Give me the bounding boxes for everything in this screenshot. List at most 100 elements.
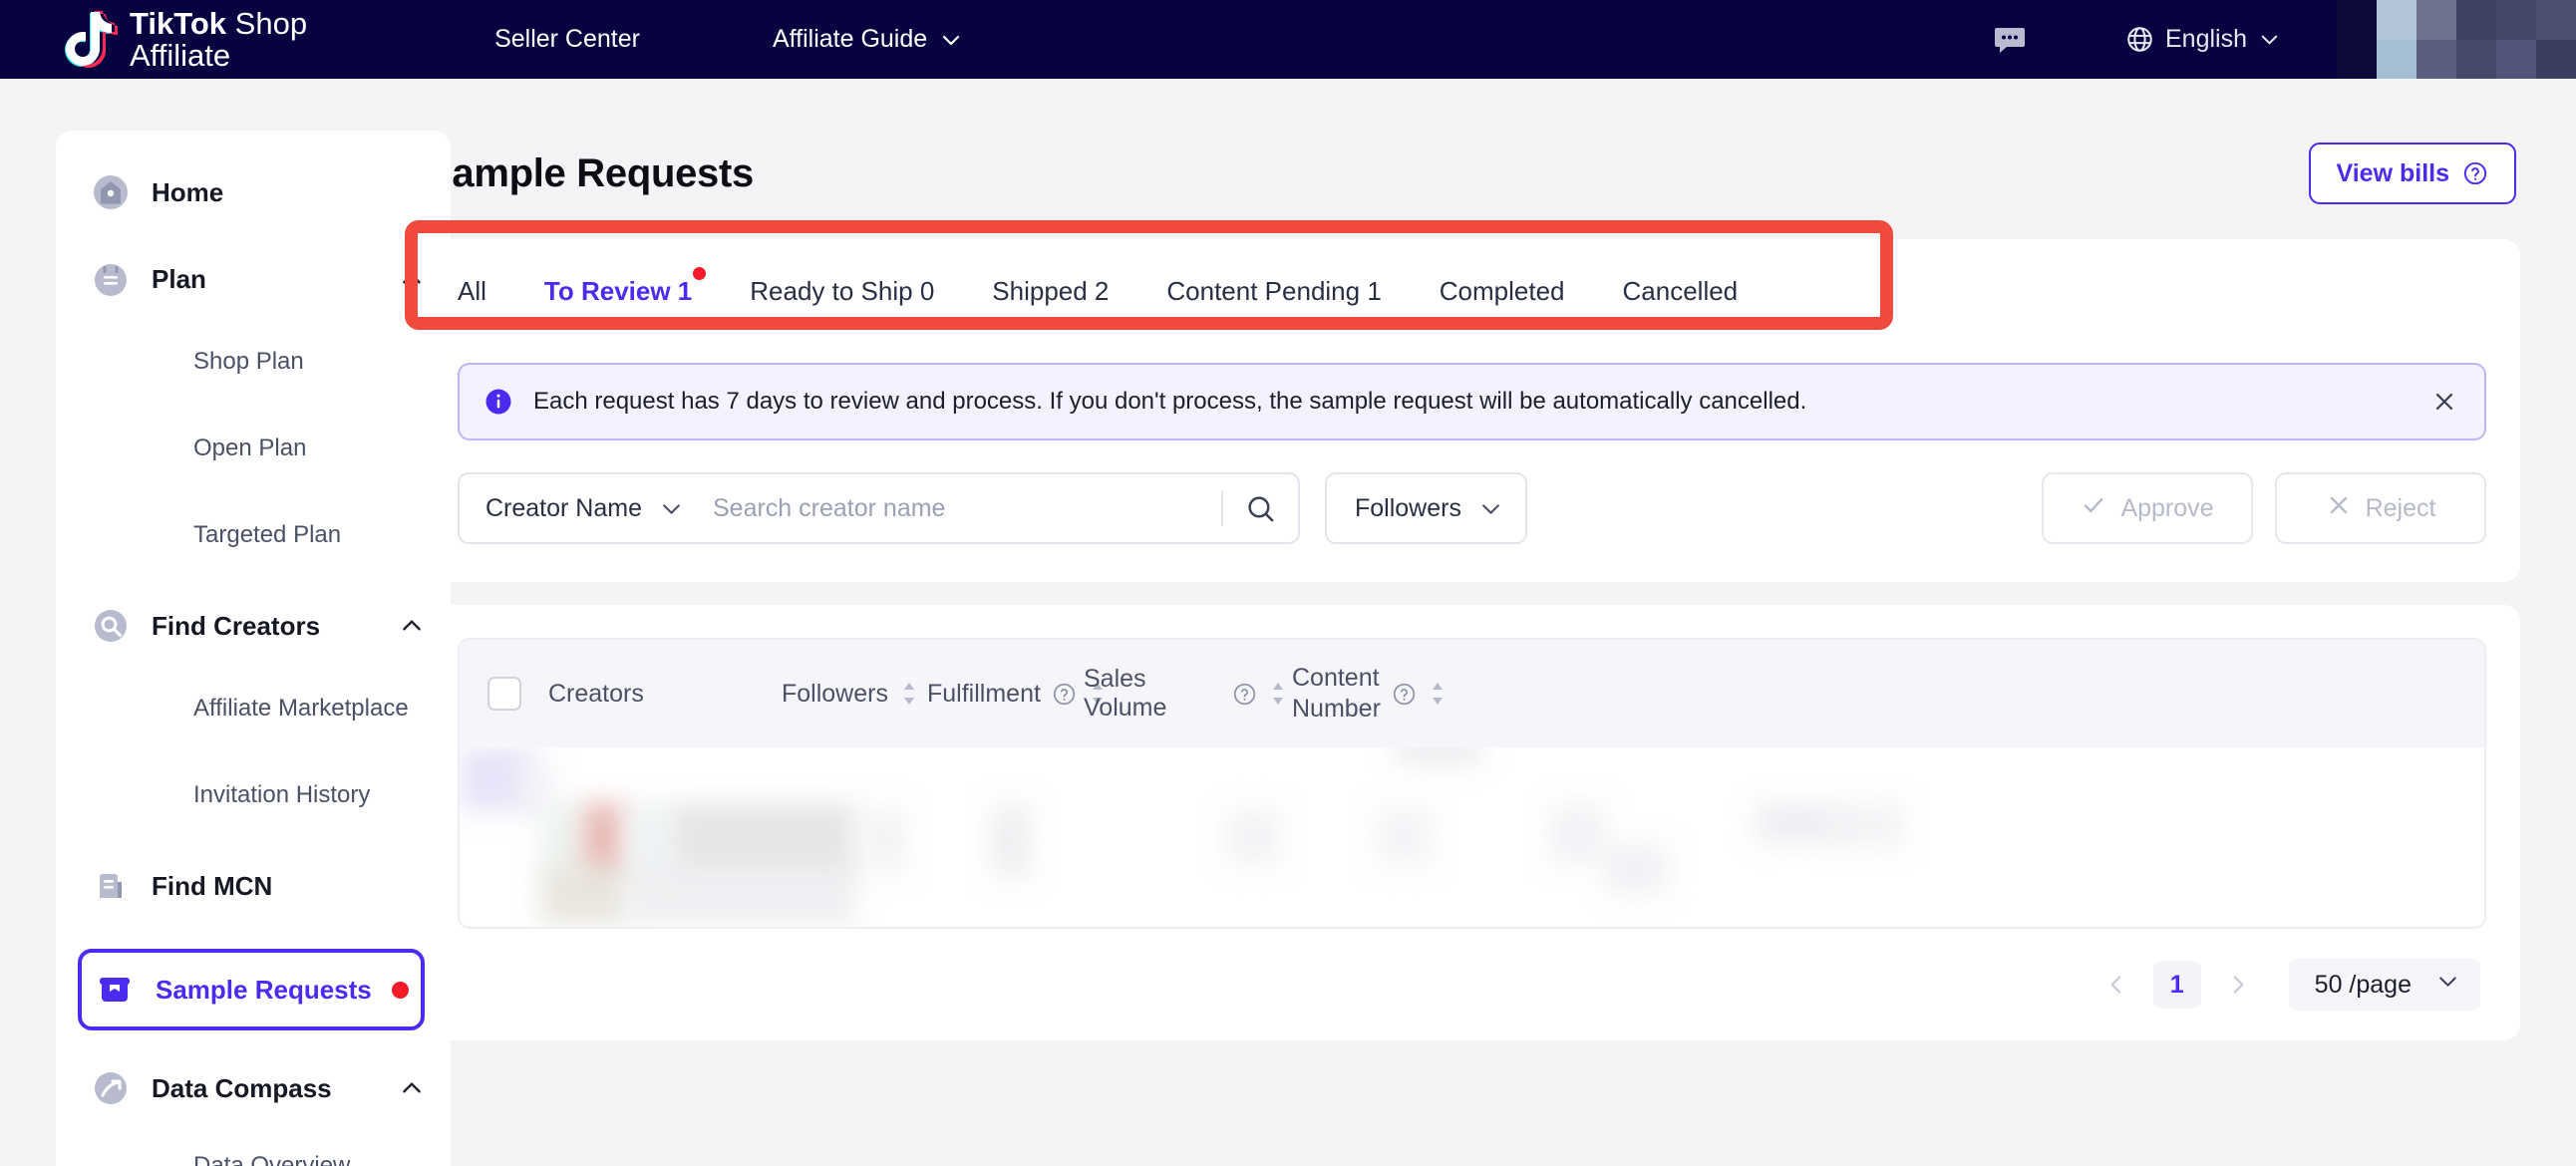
column-sales-volume[interactable]: Sales Volume bbox=[1084, 665, 1288, 723]
column-content-number[interactable]: Content Number bbox=[1292, 663, 1448, 726]
search-icon[interactable] bbox=[1245, 493, 1276, 524]
bulk-actions: Approve Reject bbox=[2042, 472, 2486, 544]
page-title: Sample Requests bbox=[426, 150, 754, 195]
column-fulfillment-label: Fulfillment bbox=[927, 679, 1041, 708]
sort-arrows-icon[interactable] bbox=[1268, 679, 1288, 709]
chevron-down-icon[interactable] bbox=[659, 496, 684, 521]
sidebar-item-data-compass-label: Data Compass bbox=[152, 1072, 332, 1103]
sidebar-item-find-mcn[interactable]: Find MCN bbox=[56, 862, 451, 910]
sidebar-item-data-compass[interactable]: Data Compass bbox=[56, 1064, 451, 1112]
sidebar-item-sample-requests-label: Sample Requests bbox=[156, 974, 372, 1005]
logo-affiliate-word: Affiliate bbox=[130, 37, 231, 73]
tab-all[interactable]: All bbox=[458, 239, 486, 343]
column-creators-label: Creators bbox=[548, 679, 644, 708]
table-row[interactable] bbox=[460, 747, 2484, 927]
page-size-dropdown[interactable]: 50 /page bbox=[2288, 959, 2480, 1011]
tab-to-review-label: To Review 1 bbox=[543, 275, 693, 306]
tab-all-label: All bbox=[458, 275, 486, 306]
close-icon[interactable] bbox=[2430, 388, 2458, 416]
x-icon bbox=[2326, 492, 2352, 525]
view-bills-button[interactable]: View bills bbox=[2308, 143, 2516, 204]
top-header: TikTok Shop Affiliate Seller Center Affi… bbox=[0, 0, 2576, 79]
column-followers[interactable]: Followers bbox=[782, 679, 927, 709]
select-all-checkbox[interactable] bbox=[487, 677, 521, 711]
avatar[interactable] bbox=[2337, 0, 2576, 79]
tab-cancelled[interactable]: Cancelled bbox=[1623, 239, 1739, 343]
creator-name-select-label[interactable]: Creator Name bbox=[485, 494, 642, 523]
reject-button[interactable]: Reject bbox=[2275, 472, 2486, 544]
check-icon bbox=[2081, 492, 2106, 525]
sidebar: Home Plan Shop Plan Open Plan Targeted P… bbox=[0, 79, 451, 1166]
nav-affiliate-guide[interactable]: Affiliate Guide bbox=[773, 25, 963, 54]
page-number-1[interactable]: 1 bbox=[2152, 961, 2201, 1009]
chevron-up-icon[interactable] bbox=[399, 266, 425, 292]
info-banner-text: Each request has 7 days to review and pr… bbox=[533, 388, 1807, 415]
logo-tiktok-word: TikTok bbox=[130, 5, 227, 41]
globe-icon bbox=[2125, 25, 2154, 54]
sidebar-item-find-creators-label: Find Creators bbox=[152, 610, 321, 641]
chevron-down-icon bbox=[2435, 969, 2460, 1001]
sidebar-item-invitation-history[interactable]: Invitation History bbox=[56, 775, 451, 815]
tab-ready-to-ship[interactable]: Ready to Ship 0 bbox=[750, 239, 934, 343]
question-circle-icon[interactable] bbox=[1232, 682, 1257, 707]
sidebar-item-find-creators[interactable]: Find Creators bbox=[56, 602, 451, 650]
page-size-label: 50 /page bbox=[2314, 970, 2412, 999]
sidebar-item-shop-plan[interactable]: Shop Plan bbox=[56, 342, 451, 382]
chevron-right-icon[interactable] bbox=[2217, 964, 2259, 1006]
plan-icon bbox=[91, 259, 131, 299]
column-fulfillment[interactable]: Fulfillment bbox=[927, 679, 1103, 709]
status-tabs: All To Review 1 Ready to Ship 0 Shipped … bbox=[424, 239, 2520, 343]
sort-arrows-icon[interactable] bbox=[899, 679, 919, 709]
tab-completed[interactable]: Completed bbox=[1440, 239, 1565, 343]
sidebar-item-targeted-plan[interactable]: Targeted Plan bbox=[56, 515, 451, 555]
language-label: English bbox=[2165, 25, 2247, 53]
tab-completed-label: Completed bbox=[1439, 275, 1565, 306]
search-input[interactable] bbox=[713, 493, 1215, 523]
brand-logo[interactable]: TikTok Shop Affiliate bbox=[60, 8, 307, 71]
column-creators: Creators bbox=[548, 680, 782, 709]
tab-shipped[interactable]: Shipped 2 bbox=[992, 239, 1109, 343]
page-header: Sample Requests View bills bbox=[424, 131, 2520, 216]
mcn-building-icon bbox=[91, 866, 131, 906]
sidebar-item-open-plan[interactable]: Open Plan bbox=[56, 429, 451, 468]
tab-content-pending-label: Content Pending 1 bbox=[1166, 275, 1382, 306]
logo-shop-word: Shop bbox=[226, 5, 308, 41]
approve-button[interactable]: Approve bbox=[2042, 472, 2253, 544]
sidebar-item-affiliate-marketplace[interactable]: Affiliate Marketplace bbox=[56, 689, 451, 729]
approve-label: Approve bbox=[2120, 493, 2214, 522]
language-selector[interactable]: English bbox=[2125, 25, 2281, 54]
question-circle-icon[interactable] bbox=[1392, 682, 1417, 707]
sort-arrows-icon[interactable] bbox=[1428, 679, 1448, 709]
reject-label: Reject bbox=[2365, 493, 2436, 522]
column-sales-volume-label: Sales Volume bbox=[1084, 665, 1167, 722]
search-circle-icon bbox=[91, 606, 131, 646]
followers-filter-dropdown[interactable]: Followers bbox=[1325, 472, 1527, 544]
chevron-left-icon[interactable] bbox=[2095, 964, 2137, 1006]
sidebar-item-shop-plan-label: Shop Plan bbox=[193, 348, 304, 375]
info-circle-icon bbox=[483, 387, 513, 417]
chevron-up-icon[interactable] bbox=[399, 1075, 425, 1101]
nav-seller-center[interactable]: Seller Center bbox=[494, 25, 640, 54]
sidebar-item-data-overview-label: Data Overview bbox=[193, 1152, 351, 1166]
sidebar-item-sample-requests[interactable]: Sample Requests bbox=[78, 949, 425, 1030]
view-bills-label: View bills bbox=[2336, 158, 2449, 187]
tiktok-note-icon bbox=[60, 9, 120, 71]
sidebar-item-home[interactable]: Home bbox=[56, 168, 451, 216]
requests-table-card: Creators Followers Fulfillment Sales Vol… bbox=[424, 605, 2520, 1040]
sidebar-item-data-overview[interactable]: Data Overview bbox=[56, 1151, 451, 1166]
pagination: 1 50 /page bbox=[458, 929, 2486, 1011]
tab-to-review[interactable]: To Review 1 bbox=[543, 239, 707, 343]
sidebar-item-open-plan-label: Open Plan bbox=[193, 435, 307, 461]
chat-bubble-icon[interactable] bbox=[1993, 23, 2027, 57]
tab-content-pending[interactable]: Content Pending 1 bbox=[1166, 239, 1381, 343]
question-circle-icon[interactable] bbox=[1052, 682, 1077, 707]
tab-new-badge-dot bbox=[693, 267, 707, 280]
chevron-up-icon[interactable] bbox=[399, 613, 425, 639]
sidebar-item-plan[interactable]: Plan bbox=[56, 255, 451, 303]
requests-table: Creators Followers Fulfillment Sales Vol… bbox=[458, 638, 2486, 929]
column-content-number-label: Content Number bbox=[1292, 663, 1381, 723]
info-banner: Each request has 7 days to review and pr… bbox=[458, 363, 2486, 440]
chevron-down-icon bbox=[2258, 28, 2281, 51]
filter-row: Creator Name Followers bbox=[424, 440, 2520, 582]
followers-filter-label: Followers bbox=[1355, 493, 1461, 522]
